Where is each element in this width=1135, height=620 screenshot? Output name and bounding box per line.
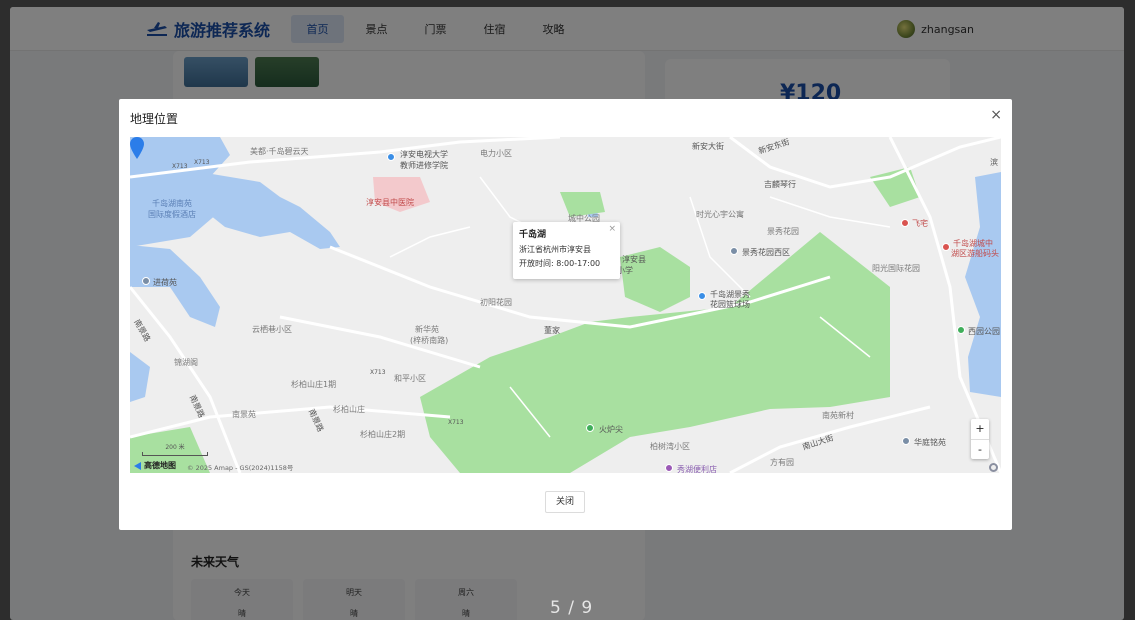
map-label: X713 xyxy=(448,419,464,426)
map-label: 景秀花园 xyxy=(767,227,799,236)
page-indicator: 5 / 9 xyxy=(550,598,594,618)
map-label: 时光心宇公寓 xyxy=(696,210,744,219)
residence-icon xyxy=(902,437,910,445)
map-label: X713 xyxy=(370,369,386,376)
map-label: 杉柏山庄1期 xyxy=(291,380,337,389)
zoom-control: + - xyxy=(971,419,989,459)
map-label: 国际度假酒店 xyxy=(148,210,196,219)
map-label: 方有园 xyxy=(770,458,794,467)
map-view[interactable]: 美都·千岛碧云天 淳安电视大学 教师进修学院 电力小区 新安大街 新安东街 吉麟… xyxy=(130,137,1001,473)
map-label: 南景苑 xyxy=(232,410,256,419)
location-modal: 地理位置 × 美都·千岛碧云天 淳安电视大学 教师进修学院 电力小区 新安大街 … xyxy=(119,99,1012,530)
map-copyright: © 2025 Amap - GS(2024)1158号 xyxy=(187,464,294,472)
restaurant-icon xyxy=(901,219,909,227)
map-label: 景秀花园西区 xyxy=(742,248,790,257)
map-label: 淳安县 xyxy=(622,255,646,264)
close-button[interactable]: 关闭 xyxy=(545,491,585,513)
location-address: 浙江省杭州市淳安县 xyxy=(519,245,591,254)
residence-icon xyxy=(142,277,150,285)
map-label: 新华苑 xyxy=(415,325,439,334)
map-label: 花园篮球场 xyxy=(710,300,750,309)
map-label: 杉柏山庄2期 xyxy=(360,430,406,439)
map-label: (梓桥南路) xyxy=(410,336,449,345)
location-name: 千岛湖 xyxy=(519,230,547,240)
map-label: 淳安电视大学 xyxy=(400,150,448,159)
map-provider-name: 高德地图 xyxy=(144,461,176,470)
map-label: 美都·千岛碧云天 xyxy=(250,147,309,156)
location-info-popup: × 千岛湖 浙江省杭州市淳安县 开放时间: 8:00-17:00 xyxy=(513,222,620,279)
map-label: 华庭铭苑 xyxy=(914,438,946,447)
map-label: X713 xyxy=(172,163,188,170)
map-label: 西园公园 xyxy=(968,327,1000,336)
sports-icon xyxy=(698,292,706,300)
map-label: X713 xyxy=(194,159,210,166)
map-label: 教师进修学院 xyxy=(400,161,448,170)
park-icon xyxy=(957,326,965,334)
map-label: 秀湖便利店 xyxy=(677,465,717,473)
map-scale: 200 米 xyxy=(142,442,208,456)
port-icon xyxy=(942,243,950,251)
map-label: 千岛湖南苑 xyxy=(152,199,192,208)
scale-bar xyxy=(142,452,208,456)
map-label: 滨 xyxy=(990,158,998,167)
school-icon xyxy=(387,153,395,161)
map-label: 董家 xyxy=(544,326,560,335)
map-label: 新安大街 xyxy=(692,142,724,151)
map-label: 吉麟琴行 xyxy=(764,180,796,189)
map-label: 南苑新村 xyxy=(822,411,854,420)
modal-title: 地理位置 xyxy=(130,112,179,126)
map-base xyxy=(130,137,1001,473)
map-label: 和平小区 xyxy=(394,374,426,383)
map-label: 初阳花园 xyxy=(480,298,512,307)
map-label: 湖区游船码头 xyxy=(951,249,999,258)
map-label: 云栖巷小区 xyxy=(252,325,292,334)
zoom-out-button[interactable]: - xyxy=(971,439,989,459)
map-label: 火炉尖 xyxy=(599,425,623,434)
amap-logo-icon xyxy=(134,461,141,470)
close-icon[interactable]: × xyxy=(990,107,1002,123)
residence-icon xyxy=(730,247,738,255)
shop-icon xyxy=(665,464,673,472)
map-label: 锦湖阁 xyxy=(174,358,198,367)
opening-hours: 开放时间: 8:00-17:00 xyxy=(519,259,601,268)
close-icon[interactable]: × xyxy=(608,224,616,234)
zoom-in-button[interactable]: + xyxy=(971,419,989,439)
map-label: 杉柏山庄 xyxy=(333,405,365,414)
scale-label: 200 米 xyxy=(165,444,185,451)
location-pin-icon[interactable] xyxy=(130,137,144,159)
locate-icon[interactable] xyxy=(989,463,998,472)
map-label: 电力小区 xyxy=(480,149,512,158)
map-label: 阳光国际花园 xyxy=(872,264,920,273)
map-label: 淳安县中医院 xyxy=(366,198,414,207)
map-label: 柏树湾小区 xyxy=(650,442,690,451)
map-label: 飞宅 xyxy=(912,219,928,228)
map-label: 进荷苑 xyxy=(153,278,177,287)
map-provider-logo: 高德地图 xyxy=(134,460,176,471)
mountain-icon xyxy=(586,424,594,432)
